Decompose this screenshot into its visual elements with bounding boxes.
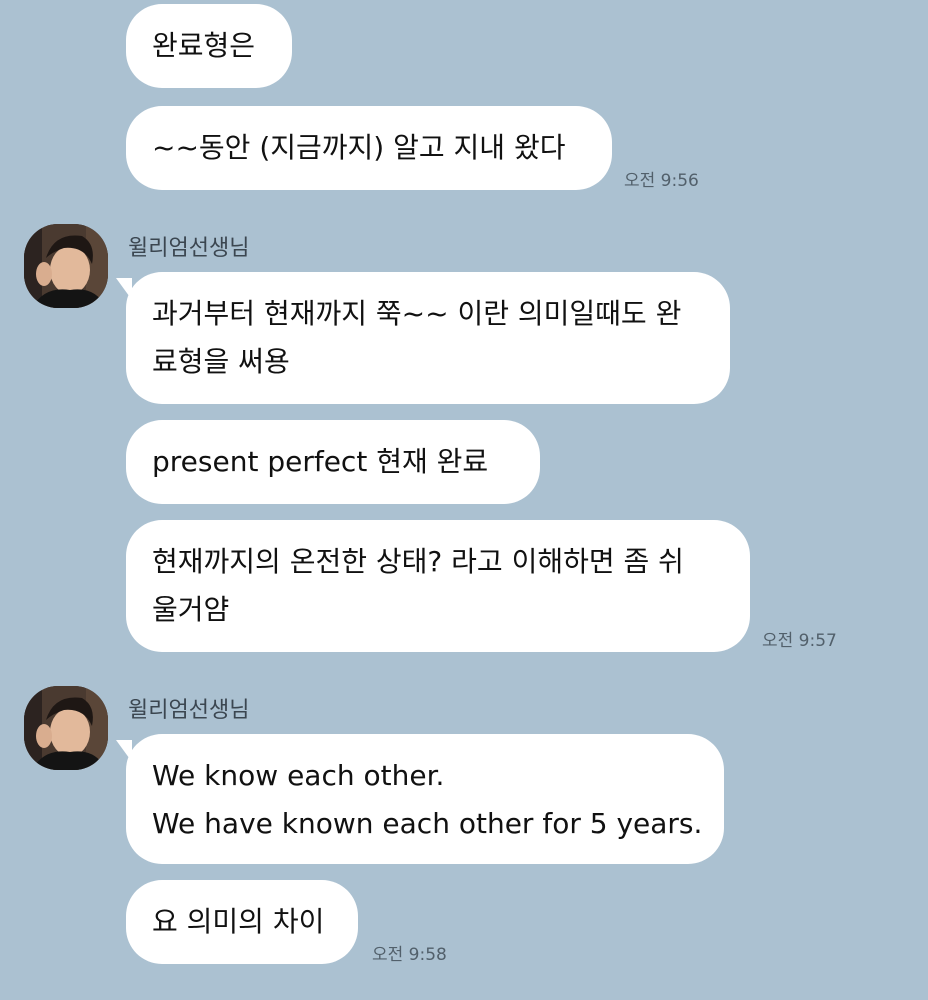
message-text-line: 료형을 써용	[152, 345, 290, 378]
chat-area[interactable]: 완료형은 ~~동안 (지금까지) 알고 지내 왔다 오전 9:56 윌리엄선생님…	[0, 0, 928, 1000]
message-text-line: 과거부터 현재까지 쭉~~ 이란 의미일때도 완	[152, 297, 682, 330]
message-text-line: 현재까지의 온전한 상태? 라고 이해하면 좀 쉬	[152, 545, 684, 578]
message-text: 완료형은	[152, 29, 256, 62]
sender-name: 윌리엄선생님	[128, 698, 250, 723]
profile-photo-icon	[24, 686, 108, 770]
message-text-line: We have known each other for 5 years.	[152, 807, 703, 840]
message-bubble[interactable]: 과거부터 현재까지 쭉~~ 이란 의미일때도 완 료형을 써용	[126, 272, 730, 404]
sender-name: 윌리엄선생님	[128, 236, 250, 261]
message-bubble[interactable]: 완료형은	[126, 4, 292, 88]
message-bubble[interactable]: ~~동안 (지금까지) 알고 지내 왔다	[126, 106, 612, 190]
message-time: 오전 9:57	[762, 631, 837, 651]
message-time: 오전 9:58	[372, 945, 447, 965]
message-bubble[interactable]: 현재까지의 온전한 상태? 라고 이해하면 좀 쉬 울거얌	[126, 520, 750, 652]
message-bubble[interactable]: We know each other. We have known each o…	[126, 734, 724, 864]
avatar[interactable]	[24, 686, 108, 770]
message-text: 요 의미의 차이	[152, 905, 325, 938]
message-text: present perfect 현재 완료	[152, 445, 489, 478]
message-time: 오전 9:56	[624, 171, 699, 191]
profile-photo-icon	[24, 224, 108, 308]
avatar[interactable]	[24, 224, 108, 308]
message-text-line: We know each other.	[152, 759, 445, 792]
message-bubble[interactable]: 요 의미의 차이	[126, 880, 358, 964]
message-bubble[interactable]: present perfect 현재 완료	[126, 420, 540, 504]
message-text-line: 울거얌	[152, 593, 230, 626]
message-text: ~~동안 (지금까지) 알고 지내 왔다	[152, 131, 566, 164]
